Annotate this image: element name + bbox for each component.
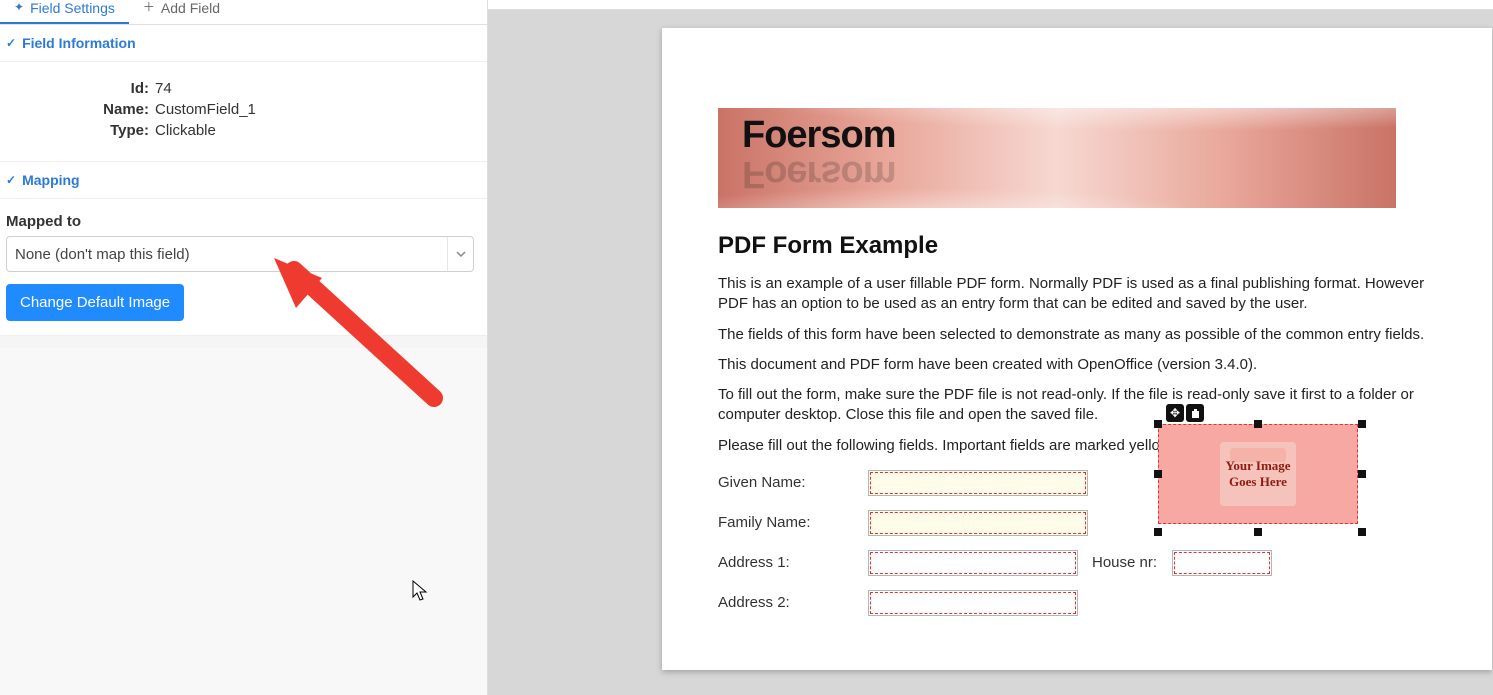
left-panel: ✦ Field Settings ＋ Add Field ✓ Field Inf… (0, 0, 488, 695)
resize-handle[interactable] (1154, 470, 1162, 478)
input-house-nr[interactable] (1172, 550, 1272, 576)
mapped-to-label: Mapped to (6, 213, 477, 230)
doc-heading: PDF Form Example (718, 232, 1436, 260)
chevron-down-icon (447, 237, 473, 271)
doc-p4: To fill out the form, make sure the PDF … (718, 385, 1436, 426)
preview-topbar (488, 0, 1493, 10)
field-id-value: 74 (155, 80, 172, 97)
resize-handle[interactable] (1154, 420, 1162, 428)
tab-label: Field Settings (30, 0, 115, 16)
check-icon: ✓ (6, 173, 16, 187)
label-given-name: Given Name: (718, 474, 868, 491)
section-field-information[interactable]: ✓ Field Information (0, 25, 487, 62)
doc-p1: This is an example of a user fillable PD… (718, 274, 1436, 315)
doc-p2: The fields of this form have been select… (718, 325, 1436, 345)
widget-toolbar: ✥ (1166, 404, 1204, 422)
field-name-label: Name: (0, 101, 155, 118)
preview-area: Foersom Foersom PDF Form Example This is… (488, 0, 1493, 695)
input-inner (1174, 552, 1270, 574)
gear-icon: ✦ (14, 0, 24, 14)
field-information-body: Id: 74 Name: CustomField_1 Type: Clickab… (0, 62, 487, 162)
label-address-2: Address 2: (718, 594, 868, 611)
field-id-label: Id: (0, 80, 155, 97)
field-type-row: Type: Clickable (0, 122, 487, 139)
section-mapping[interactable]: ✓ Mapping (0, 162, 487, 199)
field-id-row: Id: 74 (0, 80, 487, 97)
panel-tabs: ✦ Field Settings ＋ Add Field (0, 0, 487, 25)
field-type-value: Clickable (155, 122, 216, 139)
section-title: Mapping (22, 172, 80, 188)
tab-label: Add Field (161, 0, 220, 16)
image-placeholder-text: Your ImageGoes Here (1159, 425, 1357, 523)
resize-handle[interactable] (1358, 420, 1366, 428)
trash-icon[interactable] (1186, 404, 1204, 422)
row-address-1: Address 1: House nr: (718, 550, 1436, 576)
check-icon: ✓ (6, 36, 16, 50)
change-default-image-button[interactable]: Change Default Image (6, 284, 184, 321)
mapping-body: Mapped to None (don't map this field) Ch… (0, 199, 487, 336)
tab-field-settings[interactable]: ✦ Field Settings (0, 0, 129, 24)
input-inner (870, 512, 1086, 534)
image-field-widget[interactable]: ✥ Your ImageGoes Here (1158, 424, 1362, 532)
tab-add-field[interactable]: ＋ Add Field (129, 0, 234, 24)
section-title: Field Information (22, 35, 136, 51)
left-empty-area (0, 348, 487, 695)
pdf-page: Foersom Foersom PDF Form Example This is… (662, 28, 1492, 670)
select-value: None (don't map this field) (15, 246, 190, 263)
plus-icon: ＋ (143, 0, 155, 14)
field-name-value: CustomField_1 (155, 101, 256, 118)
row-address-2: Address 2: (718, 590, 1436, 616)
label-address-1: Address 1: (718, 554, 868, 571)
move-icon[interactable]: ✥ (1166, 404, 1184, 422)
resize-handle[interactable] (1358, 528, 1366, 536)
input-address-1[interactable] (868, 550, 1078, 576)
brand-reflection: Foersom (742, 152, 895, 195)
input-inner (870, 552, 1076, 574)
label-house-nr: House nr: (1092, 554, 1172, 571)
resize-handle[interactable] (1254, 420, 1262, 428)
label-family-name: Family Name: (718, 514, 868, 531)
field-name-row: Name: CustomField_1 (0, 101, 487, 118)
doc-p3: This document and PDF form have been cre… (718, 355, 1436, 375)
widget-body[interactable]: Your ImageGoes Here (1158, 424, 1358, 524)
input-address-2[interactable] (868, 590, 1078, 616)
resize-handle[interactable] (1154, 528, 1162, 536)
input-family-name[interactable] (868, 510, 1088, 536)
resize-handle[interactable] (1254, 528, 1262, 536)
input-inner (870, 472, 1086, 494)
resize-handle[interactable] (1358, 470, 1366, 478)
input-inner (870, 592, 1076, 614)
input-given-name[interactable] (868, 470, 1088, 496)
mapped-to-select[interactable]: None (don't map this field) (6, 236, 474, 272)
brand-name: Foersom (742, 114, 895, 157)
doc-banner: Foersom Foersom (718, 108, 1396, 208)
field-type-label: Type: (0, 122, 155, 139)
